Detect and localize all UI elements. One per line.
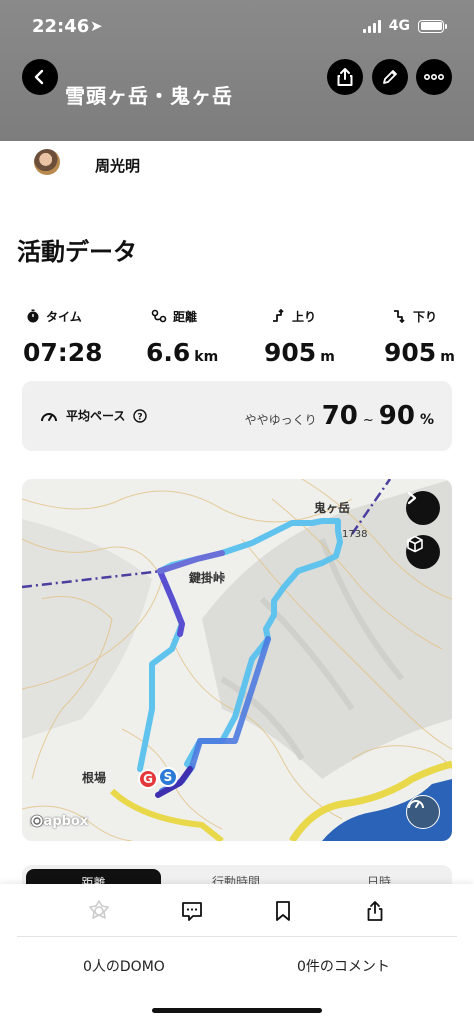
stopwatch-icon bbox=[27, 309, 39, 323]
signal-icon bbox=[362, 19, 381, 33]
goal-marker[interactable]: G bbox=[138, 769, 158, 789]
stat-time-value: 07:28 bbox=[23, 338, 103, 367]
more-button[interactable] bbox=[416, 59, 452, 95]
network-label: 4G bbox=[388, 18, 410, 34]
descent-icon bbox=[394, 310, 405, 323]
back-button[interactable] bbox=[22, 59, 58, 95]
chevron-left-icon bbox=[34, 69, 44, 85]
map-canvas bbox=[22, 479, 452, 841]
status-time: 22:46 bbox=[32, 16, 90, 37]
bottom-divider bbox=[17, 936, 457, 937]
start-marker[interactable]: S bbox=[158, 767, 178, 787]
map-place-label: 根場 bbox=[82, 771, 107, 785]
header-banner: 22:46 ➤ 4G 雪頭ヶ岳・鬼ヶ岳 bbox=[0, 0, 474, 141]
comment-count[interactable]: 0件のコメント bbox=[297, 956, 390, 976]
edit-button[interactable] bbox=[372, 59, 408, 95]
stat-descent-unit: m bbox=[440, 349, 455, 365]
stat-descent: 下り 905 m bbox=[384, 306, 455, 368]
pace-unit: % bbox=[419, 412, 434, 428]
stat-ascent-value: 905 bbox=[264, 338, 317, 367]
map-3d-button[interactable] bbox=[406, 535, 440, 569]
route-map[interactable]: 鬼ヶ岳 1738 鍵掛峠 根場 G S mapbox bbox=[22, 479, 452, 841]
pace-label: 平均ペース bbox=[66, 409, 126, 423]
stat-distance: 距離 6.6 km bbox=[146, 306, 219, 368]
map-speed-button[interactable] bbox=[406, 795, 440, 829]
pace-description: ややゆっくり bbox=[244, 413, 317, 427]
status-indicators: 4G bbox=[362, 18, 447, 34]
map-pass-label: 鍵掛峠 bbox=[189, 571, 226, 585]
cube-icon bbox=[407, 535, 423, 553]
comment-button[interactable] bbox=[179, 898, 205, 924]
pace-max: 90 bbox=[378, 401, 415, 431]
mapbox-logo: mapbox bbox=[30, 814, 88, 829]
home-indicator bbox=[152, 1008, 322, 1013]
pace-box: 平均ペース ? ややゆっくり 70 ~ 90 % bbox=[22, 381, 452, 451]
share-icon bbox=[337, 68, 353, 86]
help-icon[interactable]: ? bbox=[133, 408, 148, 423]
page-title: 雪頭ヶ岳・鬼ヶ岳 bbox=[65, 84, 233, 108]
stat-ascent-unit: m bbox=[320, 349, 335, 365]
status-bar: 22:46 ➤ 4G bbox=[0, 0, 474, 54]
stat-distance-label: 距離 bbox=[173, 309, 198, 324]
stat-time-label: タイム bbox=[46, 309, 82, 324]
stat-ascent-label: 上り bbox=[292, 309, 317, 324]
stat-descent-value: 905 bbox=[384, 338, 437, 367]
map-elevation-label: 1738 bbox=[342, 529, 368, 540]
pencil-icon bbox=[383, 70, 397, 84]
speedometer-icon bbox=[408, 800, 424, 809]
route-icon bbox=[151, 309, 167, 323]
bookmark-button[interactable] bbox=[270, 898, 296, 924]
avatar[interactable] bbox=[34, 149, 60, 175]
location-arrow-icon: ➤ bbox=[90, 17, 103, 35]
stat-distance-value: 6.6 bbox=[146, 338, 191, 367]
share-activity-button[interactable] bbox=[362, 898, 388, 924]
share-icon bbox=[367, 901, 383, 921]
domo-button[interactable] bbox=[86, 898, 112, 924]
ascent-icon bbox=[273, 309, 284, 322]
svg-text:?: ? bbox=[138, 412, 143, 422]
user-row[interactable]: 周光明 bbox=[0, 141, 474, 201]
user-name[interactable]: 周光明 bbox=[95, 155, 140, 176]
comment-icon bbox=[182, 902, 202, 921]
stat-descent-label: 下り bbox=[413, 309, 438, 324]
section-title: 活動データ bbox=[17, 238, 137, 266]
speedometer-icon bbox=[41, 412, 57, 421]
stat-time: タイム 07:28 bbox=[23, 306, 103, 367]
flower-icon bbox=[89, 900, 109, 919]
pace-separator: ~ bbox=[362, 413, 374, 428]
pace-min: 70 bbox=[321, 401, 358, 431]
map-expand-button[interactable] bbox=[406, 491, 440, 525]
chevron-right-icon bbox=[407, 491, 417, 505]
pace-values: ややゆっくり 70 ~ 90 % bbox=[245, 401, 434, 431]
battery-icon bbox=[418, 19, 447, 33]
stat-distance-unit: km bbox=[194, 349, 219, 365]
bookmark-icon bbox=[276, 901, 290, 921]
domo-count[interactable]: 0人のDOMO bbox=[83, 956, 165, 976]
mapbox-icon bbox=[30, 814, 44, 828]
stat-ascent: 上り 905 m bbox=[264, 306, 335, 367]
share-button[interactable] bbox=[327, 59, 363, 95]
more-dots-icon bbox=[424, 74, 444, 80]
bottom-action-bar: 0人のDOMO 0件のコメント bbox=[0, 884, 474, 1024]
map-peak-label: 鬼ヶ岳 bbox=[314, 501, 351, 515]
